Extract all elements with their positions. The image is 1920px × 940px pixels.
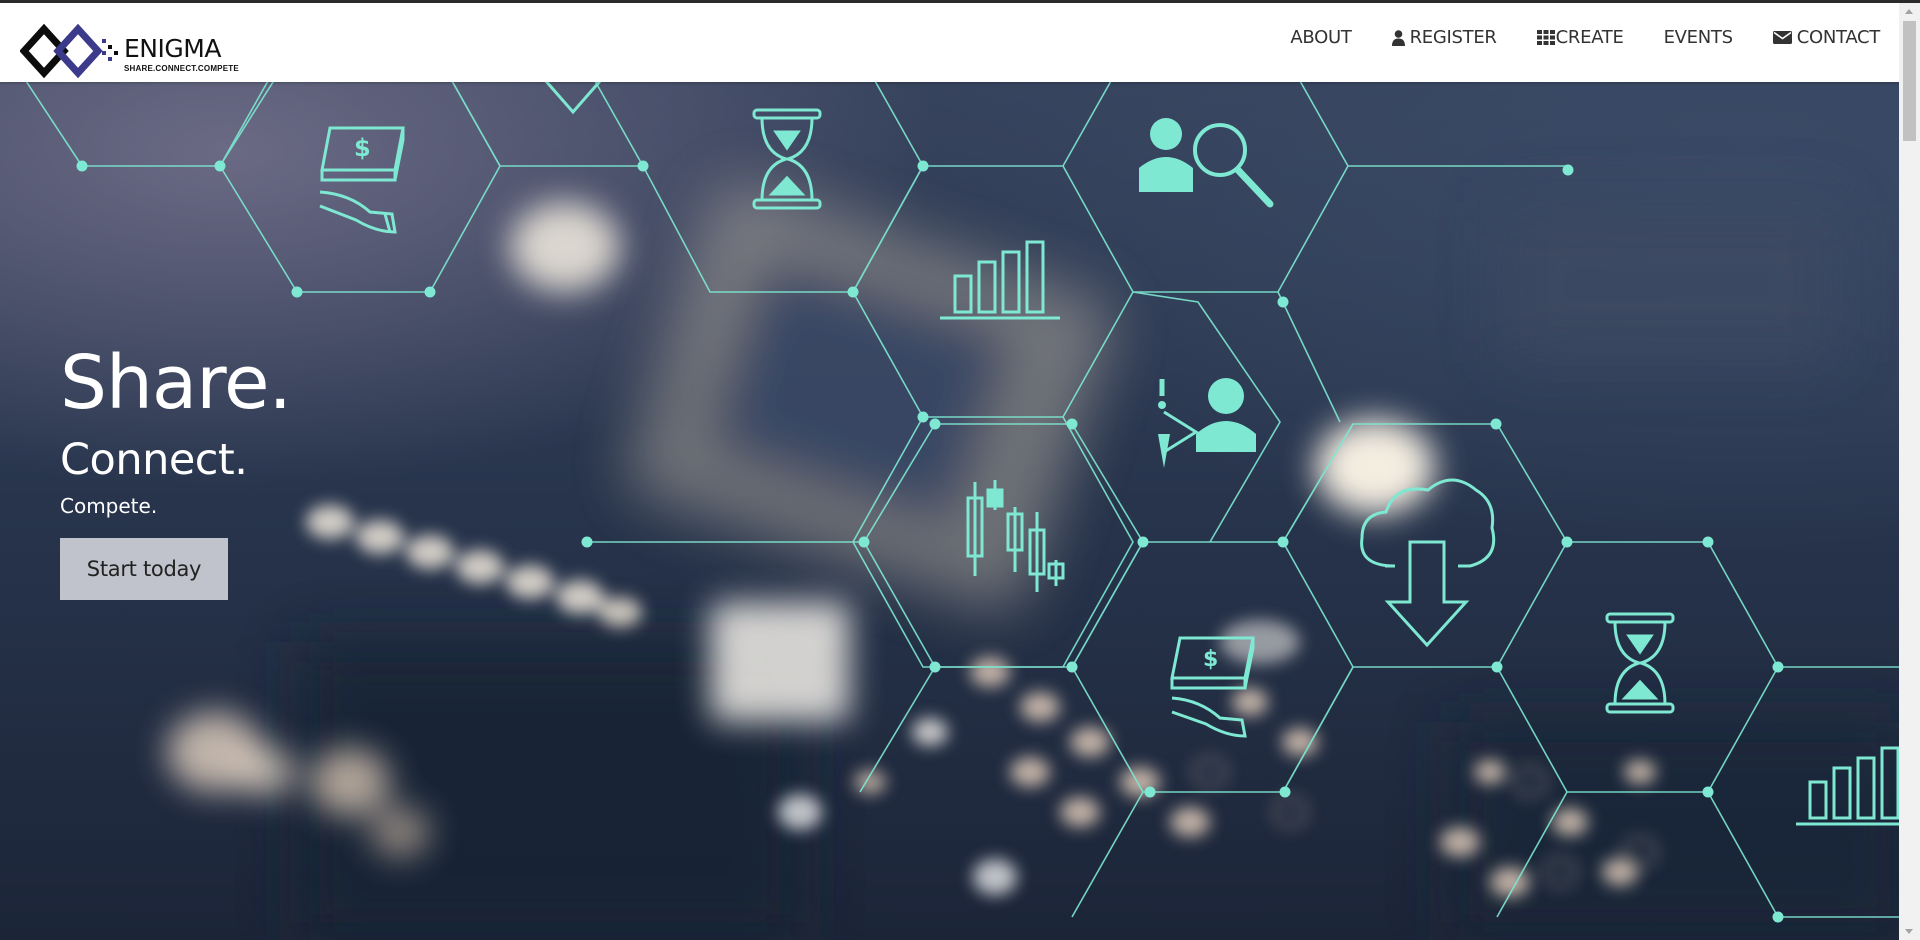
nav-create-label: CREATE: [1555, 27, 1624, 48]
navbar: ENIGMA SHARE.CONNECT.COMPETE ABOUT REGIS…: [0, 3, 1899, 82]
start-today-button[interactable]: Start today: [60, 538, 228, 600]
hero-tagline: Compete.: [60, 494, 158, 518]
user-search-icon: [1139, 118, 1274, 208]
page-scrollbar[interactable]: [1899, 3, 1920, 940]
nav-about-label: ABOUT: [1290, 27, 1352, 48]
nav-contact-label: CONTACT: [1796, 27, 1881, 48]
scroll-thumb[interactable]: [1903, 21, 1916, 141]
brand-name: ENIGMA: [124, 34, 221, 63]
svg-text:$: $: [354, 134, 371, 162]
diamond-logo-icon: [20, 23, 118, 79]
scroll-up-icon[interactable]: [1905, 9, 1913, 14]
hourglass-icon: [752, 108, 822, 210]
svg-text:$: $: [1203, 647, 1218, 672]
nav-events-label: EVENTS: [1663, 27, 1733, 48]
money-hand-icon: $: [319, 126, 405, 234]
nav-create[interactable]: CREATE: [1536, 27, 1624, 48]
main-nav: ABOUT REGISTER CREATE EVENTS CONTACT: [1250, 3, 1880, 72]
nav-register[interactable]: REGISTER: [1391, 27, 1497, 48]
cloud-download-icon: [1360, 478, 1496, 648]
hero-section: $ $ Share. Connect. Compete. Start today: [0, 82, 1899, 940]
user-icon: [1391, 29, 1405, 46]
page: ENIGMA SHARE.CONNECT.COMPETE ABOUT REGIS…: [0, 0, 1920, 940]
scroll-down-icon[interactable]: [1905, 929, 1913, 934]
nav-register-label: REGISTER: [1409, 27, 1497, 48]
nav-events[interactable]: EVENTS: [1664, 27, 1733, 48]
nav-about[interactable]: ABOUT: [1290, 27, 1351, 48]
hero-text-block: Share. Connect. Compete. Start today: [60, 338, 292, 600]
bar-chart-icon: [1796, 746, 1899, 826]
nav-contact[interactable]: CONTACT: [1772, 27, 1881, 48]
triangle-icon: [544, 82, 602, 115]
envelope-icon: [1772, 30, 1792, 45]
hero-subheadline: Connect.: [60, 435, 248, 485]
hero-headline: Share.: [60, 340, 292, 426]
bar-chart-icon: [940, 240, 1060, 320]
money-hand-icon: $: [1170, 636, 1255, 738]
brand-logo[interactable]: ENIGMA SHARE.CONNECT.COMPETE: [20, 23, 239, 79]
brand-tagline: SHARE.CONNECT.COMPETE: [124, 64, 239, 73]
candlestick-icon: [966, 480, 1065, 592]
window-top-border: [0, 0, 1920, 3]
idea-user-icon: [1158, 378, 1256, 468]
hourglass-icon: [1605, 612, 1675, 714]
grid-icon: [1536, 30, 1555, 45]
